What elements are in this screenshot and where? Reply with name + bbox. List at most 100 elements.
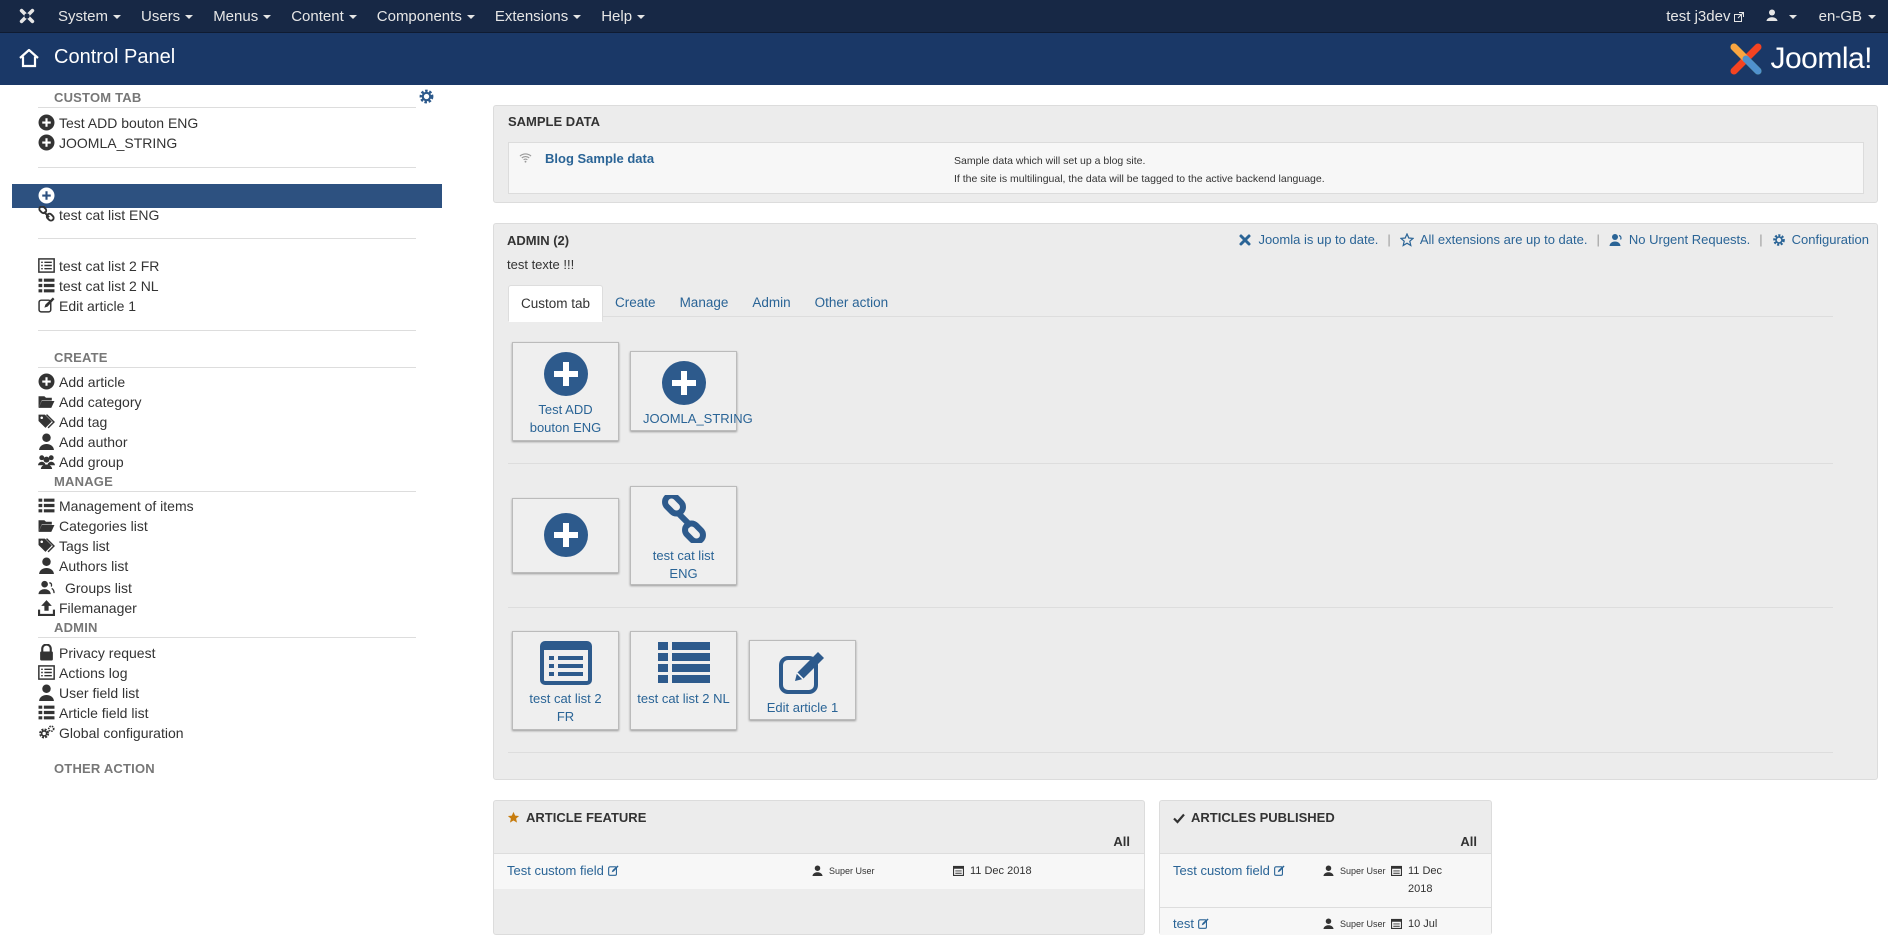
sidebar-item-label: Add article — [59, 373, 126, 390]
table-row: Test custom field Super User 11 Dec 2018 — [494, 853, 1144, 889]
article-title: Test custom field — [507, 863, 604, 878]
sidebar-item-privacy-request[interactable]: Privacy request — [38, 644, 155, 661]
sidebar-item-test-add-bouton[interactable]: Test ADD bouton ENG — [38, 114, 198, 131]
article-date: 10 Jul — [1391, 915, 1437, 933]
star-icon — [1399, 232, 1414, 247]
quick-button-add[interactable] — [512, 498, 619, 573]
sidebar-item-test-cat-list-2-nl[interactable]: test cat list 2 NL — [38, 277, 159, 294]
sidebar-item-filemanager[interactable]: Filemanager — [38, 599, 137, 616]
sidebar-item-add-author[interactable]: Add author — [38, 433, 128, 450]
sidebar-item-tags-list[interactable]: Tags list — [38, 537, 110, 554]
date-label: 10 Jul — [1408, 918, 1438, 930]
sidebar-item-user-field-list[interactable]: User field list — [38, 684, 139, 701]
tab-custom[interactable]: Custom tab — [508, 285, 604, 322]
sidebar-item-actions-log[interactable]: Actions log — [38, 664, 127, 681]
extensions-status[interactable]: All extensions are up to date. — [1399, 232, 1587, 247]
sidebar-item-groups-list[interactable]: Groups list — [38, 579, 132, 596]
quick-button-test-cat-list-eng[interactable]: test cat list ENG — [630, 486, 737, 585]
folder-open-icon — [38, 520, 55, 532]
sidebar-heading-other-action: OTHER ACTION — [54, 761, 155, 776]
sidebar-item-test-cat-list-2-fr[interactable]: test cat list 2 FR — [38, 257, 159, 274]
status-label: Joomla is up to date. — [1258, 232, 1379, 247]
menu-menus[interactable]: Menus — [203, 8, 281, 25]
sidebar-item-edit-article-1[interactable]: Edit article 1 — [38, 297, 136, 314]
edit-icon — [778, 652, 824, 694]
sidebar-item-joomla-string[interactable]: JOOMLA_STRING — [38, 134, 177, 151]
user-menu[interactable] — [1766, 8, 1796, 25]
lock-icon — [40, 644, 53, 661]
admin-tabs: Custom tab Create Manage Admin Other act… — [508, 285, 1833, 322]
sidebar-item-management-of-items[interactable]: Management of items — [38, 497, 194, 514]
quick-button-edit-article-1[interactable]: Edit article 1 — [749, 640, 856, 720]
cogs-icon — [39, 725, 55, 739]
menu-components[interactable]: Components — [367, 8, 485, 25]
article-feature-title: ARTICLE FEATURE — [526, 810, 647, 825]
gear-icon[interactable] — [418, 88, 435, 105]
tab-other-action[interactable]: Other action — [803, 285, 901, 322]
privacy-status[interactable]: No Urgent Requests. — [1609, 232, 1750, 247]
article-date: 11 Dec 2018 — [1391, 862, 1442, 898]
folder-open-icon — [38, 396, 55, 408]
wifi-icon — [519, 153, 532, 163]
plus-circle-icon — [38, 187, 55, 204]
user-icon — [39, 557, 54, 574]
sidebar-item-add-tag[interactable]: Add tag — [38, 413, 107, 430]
divider — [38, 107, 416, 108]
sidebar-item-add-group[interactable]: Add group — [38, 453, 124, 470]
articles-published-heading: ARTICLES PUBLISHED — [1173, 810, 1335, 825]
sidebar-item-label: Article field list — [59, 704, 149, 721]
menu-content[interactable]: Content — [281, 8, 367, 25]
sidebar-item-categories-list[interactable]: Categories list — [38, 517, 148, 534]
tab-admin[interactable]: Admin — [740, 285, 802, 322]
plus-circle-icon — [661, 361, 706, 405]
sidebar-item-test-cat-list-eng[interactable]: test cat list ENG — [38, 206, 159, 223]
menu-users[interactable]: Users — [131, 8, 203, 25]
all-link[interactable]: All — [1460, 834, 1477, 849]
quick-button-test-cat-list-2-nl[interactable]: test cat list 2 NL — [630, 631, 737, 730]
sidebar-item-active[interactable] — [12, 184, 442, 208]
article-link[interactable]: Test custom field — [507, 863, 619, 878]
sidebar-heading-admin: ADMIN — [54, 620, 98, 635]
divider — [38, 238, 416, 239]
divider — [38, 167, 416, 168]
plus-circle-icon — [38, 373, 55, 390]
sidebar-item-label: test cat list 2 NL — [59, 277, 159, 294]
quick-button-test-cat-list-2-fr[interactable]: test cat list 2 FR — [512, 631, 619, 730]
divider — [508, 752, 1833, 753]
sidebar-item-add-article[interactable]: Add article — [38, 373, 125, 390]
quick-button-label: test cat list 2 NL — [637, 691, 730, 706]
sidebar-item-add-category[interactable]: Add category — [38, 393, 142, 410]
top-navbar: System Users Menus Content Components Ex… — [0, 0, 1888, 33]
sidebar-item-label: Filemanager — [59, 599, 137, 616]
article-link[interactable]: test — [1173, 916, 1209, 931]
sidebar-item-article-field-list[interactable]: Article field list — [38, 704, 148, 721]
article-author: Super User — [1323, 865, 1386, 876]
divider — [38, 637, 416, 638]
joomla-logo-icon[interactable] — [18, 7, 36, 25]
menu-help[interactable]: Help — [591, 8, 655, 25]
quick-button-joomla-string[interactable]: JOOMLA_STRING — [630, 351, 753, 431]
status-label: Configuration — [1791, 232, 1869, 247]
blog-sample-data-link[interactable]: Blog Sample data — [545, 151, 654, 166]
language-menu[interactable]: en-GB — [1819, 8, 1876, 25]
divider — [38, 330, 416, 331]
tags-icon — [38, 538, 55, 553]
plus-circle-icon — [543, 352, 588, 396]
tab-create[interactable]: Create — [603, 285, 668, 322]
separator: | — [1387, 232, 1391, 247]
joomla-status[interactable]: Joomla is up to date. — [1238, 232, 1378, 247]
sidebar-item-global-configuration[interactable]: Global configuration — [38, 724, 184, 741]
site-link[interactable]: test j3dev — [1666, 8, 1745, 25]
author-name: Super User — [1340, 865, 1386, 876]
menu-system[interactable]: System — [48, 8, 131, 25]
sample-data-desc-line: Sample data which will set up a blog sit… — [954, 155, 1146, 167]
quick-button-test-add-bouton[interactable]: Test ADD bouton ENG — [512, 342, 619, 441]
configuration-link[interactable]: Configuration — [1772, 232, 1869, 247]
list-icon — [657, 642, 710, 683]
all-link[interactable]: All — [1113, 834, 1130, 849]
article-link[interactable]: Test custom field — [1173, 863, 1285, 878]
sidebar-item-authors-list[interactable]: Authors list — [38, 557, 128, 574]
menu-extensions[interactable]: Extensions — [485, 8, 591, 25]
tab-manage[interactable]: Manage — [668, 285, 741, 322]
tags-icon — [38, 414, 55, 429]
